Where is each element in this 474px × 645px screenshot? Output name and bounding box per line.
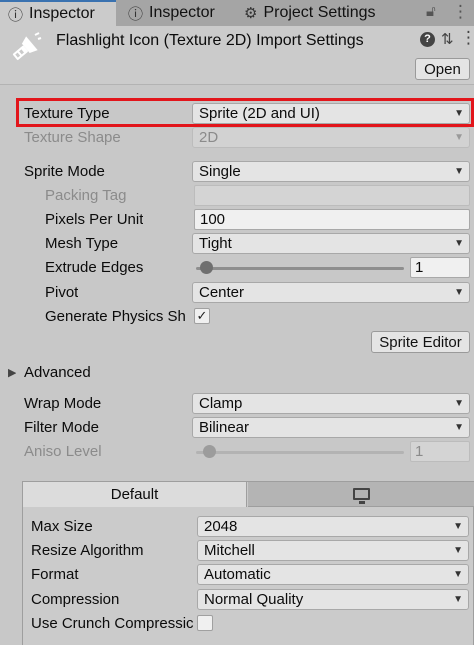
filter-mode-dropdown[interactable]: Bilinear xyxy=(192,417,470,438)
sprite-editor-button[interactable]: Sprite Editor xyxy=(371,331,470,353)
wrap-mode-row: Wrap Mode Clamp xyxy=(0,392,474,416)
pixels-per-unit-field[interactable]: 100 xyxy=(194,209,470,230)
extrude-edges-row: Extrude Edges 1 xyxy=(0,256,474,280)
tab-project-settings[interactable]: ⚙ Project Settings xyxy=(240,0,376,26)
advanced-label: Advanced xyxy=(24,364,91,381)
wrap-mode-label: Wrap Mode xyxy=(24,395,102,412)
advanced-foldout[interactable]: ▶ Advanced xyxy=(0,361,474,385)
highlight-box xyxy=(16,98,474,127)
pixels-per-unit-row: Pixels Per Unit 100 xyxy=(0,208,474,232)
texture-shape-label: Texture Shape xyxy=(24,129,121,146)
mesh-type-label: Mesh Type xyxy=(45,235,119,252)
tab-label: Inspector xyxy=(149,4,215,21)
import-settings-header: Flashlight Icon (Texture 2D) Import Sett… xyxy=(0,26,474,84)
page-title: Flashlight Icon (Texture 2D) Import Sett… xyxy=(56,32,364,49)
divider xyxy=(0,84,474,85)
mesh-type-row: Mesh Type Tight xyxy=(0,232,474,256)
use-crunch-compression-label: Use Crunch Compressic xyxy=(31,615,194,632)
aniso-level-slider xyxy=(196,451,404,454)
tab-inspector-2[interactable]: ⓘ Inspector xyxy=(122,0,215,26)
info-icon: ⓘ xyxy=(8,6,24,24)
tab-standalone-platform[interactable] xyxy=(248,482,474,507)
packing-tag-field xyxy=(194,185,470,206)
use-crunch-compression-checkbox[interactable] xyxy=(197,615,213,631)
pixels-per-unit-label: Pixels Per Unit xyxy=(45,211,144,228)
resize-algorithm-dropdown[interactable]: Mitchell xyxy=(197,540,469,561)
sprite-mode-dropdown[interactable]: Single xyxy=(192,161,470,182)
packing-tag-row: Packing Tag xyxy=(0,184,474,208)
resize-algorithm-row: Resize Algorithm Mitchell xyxy=(23,539,474,563)
help-icon[interactable]: ? xyxy=(420,32,435,47)
tab-label: Inspector xyxy=(29,5,95,22)
pivot-row: Pivot Center xyxy=(0,281,474,305)
format-dropdown[interactable]: Automatic xyxy=(197,564,469,585)
aniso-level-row: Aniso Level 1 xyxy=(0,440,474,464)
extrude-edges-slider[interactable] xyxy=(196,267,404,270)
texture-shape-row: Texture Shape 2D xyxy=(0,126,474,150)
mesh-type-dropdown[interactable]: Tight xyxy=(192,233,470,254)
extrude-edges-slider-knob[interactable] xyxy=(200,261,213,274)
format-row: Format Automatic xyxy=(23,563,474,587)
resize-algorithm-label: Resize Algorithm xyxy=(31,542,144,559)
extrude-edges-field[interactable]: 1 xyxy=(410,257,470,278)
extrude-edges-label: Extrude Edges xyxy=(45,259,144,276)
sprite-mode-row: Sprite Mode Single xyxy=(0,160,474,184)
aniso-level-label: Aniso Level xyxy=(24,443,102,460)
monitor-icon xyxy=(353,488,370,504)
generate-physics-shape-row: Generate Physics Sh ✓ xyxy=(0,305,474,329)
pivot-dropdown[interactable]: Center xyxy=(192,282,470,303)
info-icon: ⓘ xyxy=(128,5,144,23)
max-size-dropdown[interactable]: 2048 xyxy=(197,516,469,537)
platform-settings-panel: Default Max Size 2048 Resize Algorithm M… xyxy=(22,481,474,645)
texture-shape-dropdown: 2D xyxy=(192,127,470,148)
compression-row: Compression Normal Quality xyxy=(23,588,474,612)
foldout-arrow-icon: ▶ xyxy=(8,367,17,379)
aniso-level-field: 1 xyxy=(410,441,470,462)
max-size-label: Max Size xyxy=(31,518,93,535)
aniso-level-slider-knob xyxy=(203,445,216,458)
lock-icon[interactable]: 🔓︎ xyxy=(426,3,436,20)
pivot-label: Pivot xyxy=(45,284,79,301)
tab-bar: ⓘ Inspector ⓘ Inspector ⚙ Project Settin… xyxy=(0,0,474,26)
compression-label: Compression xyxy=(31,591,120,608)
compression-dropdown[interactable]: Normal Quality xyxy=(197,589,469,610)
use-crunch-compression-row: Use Crunch Compressic xyxy=(23,612,474,636)
filter-mode-label: Filter Mode xyxy=(24,419,100,436)
tab-label: Project Settings xyxy=(263,4,376,21)
generate-physics-shape-label: Generate Physics Sh xyxy=(45,308,186,325)
tab-default-platform[interactable]: Default xyxy=(23,482,247,507)
filter-mode-row: Filter Mode Bilinear xyxy=(0,416,474,440)
max-size-row: Max Size 2048 xyxy=(23,515,474,539)
generate-physics-shape-checkbox[interactable]: ✓ xyxy=(194,308,210,324)
tab-inspector-active[interactable]: ⓘ Inspector xyxy=(0,0,116,26)
preset-sliders-icon[interactable]: ⇅ xyxy=(441,30,454,48)
flashlight-icon xyxy=(12,32,42,61)
packing-tag-label: Packing Tag xyxy=(45,187,127,204)
kebab-menu-icon[interactable]: ⋮ xyxy=(452,2,469,22)
open-button[interactable]: Open xyxy=(415,58,470,80)
gear-icon: ⚙ xyxy=(244,5,258,22)
sprite-mode-label: Sprite Mode xyxy=(24,163,105,180)
kebab-menu-icon[interactable]: ⋮ xyxy=(460,28,474,48)
wrap-mode-dropdown[interactable]: Clamp xyxy=(192,393,470,414)
format-label: Format xyxy=(31,566,79,583)
